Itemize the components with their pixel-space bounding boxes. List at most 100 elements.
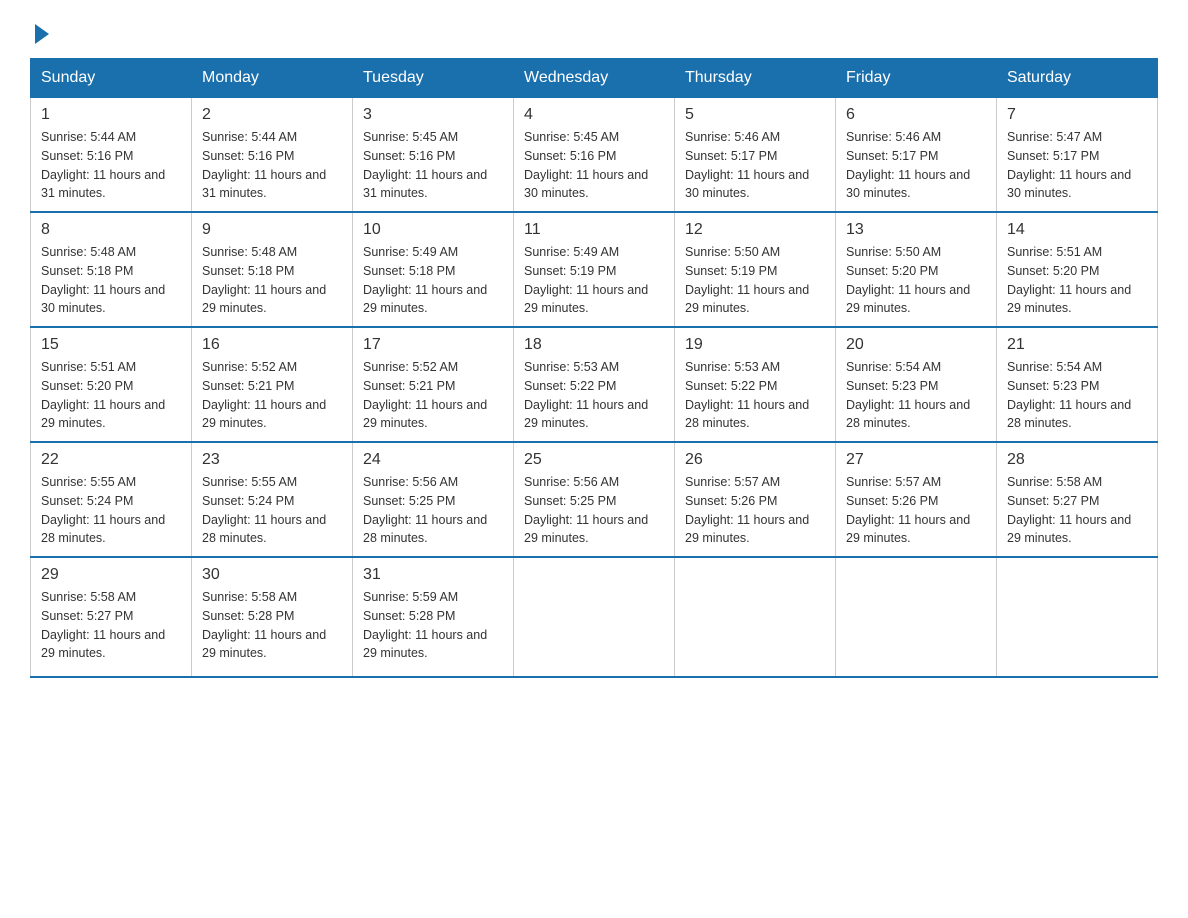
sunset-label: Sunset: 5:25 PM xyxy=(524,494,616,508)
day-number: 1 xyxy=(41,106,181,124)
daylight-label: Daylight: 11 hours and 29 minutes. xyxy=(363,628,487,661)
sunset-label: Sunset: 5:24 PM xyxy=(202,494,294,508)
sunrise-label: Sunrise: 5:51 AM xyxy=(41,360,136,374)
daylight-label: Daylight: 11 hours and 31 minutes. xyxy=(41,168,165,201)
weekday-header-saturday: Saturday xyxy=(997,59,1158,98)
sunrise-label: Sunrise: 5:49 AM xyxy=(524,245,619,259)
day-number: 12 xyxy=(685,221,825,239)
day-info: Sunrise: 5:58 AM Sunset: 5:27 PM Dayligh… xyxy=(1007,473,1147,548)
daylight-label: Daylight: 11 hours and 29 minutes. xyxy=(524,283,648,316)
daylight-label: Daylight: 11 hours and 30 minutes. xyxy=(1007,168,1131,201)
day-info: Sunrise: 5:53 AM Sunset: 5:22 PM Dayligh… xyxy=(524,358,664,433)
daylight-label: Daylight: 11 hours and 29 minutes. xyxy=(202,628,326,661)
calendar-table: SundayMondayTuesdayWednesdayThursdayFrid… xyxy=(30,58,1158,678)
day-number: 8 xyxy=(41,221,181,239)
daylight-label: Daylight: 11 hours and 29 minutes. xyxy=(524,513,648,546)
day-info: Sunrise: 5:50 AM Sunset: 5:20 PM Dayligh… xyxy=(846,243,986,318)
sunset-label: Sunset: 5:25 PM xyxy=(363,494,455,508)
day-number: 7 xyxy=(1007,106,1147,124)
calendar-day-cell: 13 Sunrise: 5:50 AM Sunset: 5:20 PM Dayl… xyxy=(836,212,997,327)
sunrise-label: Sunrise: 5:46 AM xyxy=(685,130,780,144)
calendar-day-cell: 30 Sunrise: 5:58 AM Sunset: 5:28 PM Dayl… xyxy=(192,557,353,677)
calendar-day-cell xyxy=(675,557,836,677)
sunset-label: Sunset: 5:20 PM xyxy=(1007,264,1099,278)
day-info: Sunrise: 5:58 AM Sunset: 5:27 PM Dayligh… xyxy=(41,588,181,663)
calendar-day-cell: 29 Sunrise: 5:58 AM Sunset: 5:27 PM Dayl… xyxy=(31,557,192,677)
calendar-day-cell: 3 Sunrise: 5:45 AM Sunset: 5:16 PM Dayli… xyxy=(353,98,514,213)
sunset-label: Sunset: 5:23 PM xyxy=(846,379,938,393)
logo-general-text xyxy=(30,20,49,44)
day-info: Sunrise: 5:51 AM Sunset: 5:20 PM Dayligh… xyxy=(1007,243,1147,318)
calendar-day-cell: 14 Sunrise: 5:51 AM Sunset: 5:20 PM Dayl… xyxy=(997,212,1158,327)
calendar-day-cell: 10 Sunrise: 5:49 AM Sunset: 5:18 PM Dayl… xyxy=(353,212,514,327)
day-info: Sunrise: 5:59 AM Sunset: 5:28 PM Dayligh… xyxy=(363,588,503,663)
day-number: 11 xyxy=(524,221,664,239)
day-number: 22 xyxy=(41,451,181,469)
calendar-day-cell: 20 Sunrise: 5:54 AM Sunset: 5:23 PM Dayl… xyxy=(836,327,997,442)
sunrise-label: Sunrise: 5:57 AM xyxy=(846,475,941,489)
sunset-label: Sunset: 5:22 PM xyxy=(685,379,777,393)
sunset-label: Sunset: 5:20 PM xyxy=(41,379,133,393)
day-info: Sunrise: 5:51 AM Sunset: 5:20 PM Dayligh… xyxy=(41,358,181,433)
sunrise-label: Sunrise: 5:51 AM xyxy=(1007,245,1102,259)
day-info: Sunrise: 5:45 AM Sunset: 5:16 PM Dayligh… xyxy=(363,128,503,203)
daylight-label: Daylight: 11 hours and 30 minutes. xyxy=(846,168,970,201)
sunset-label: Sunset: 5:26 PM xyxy=(846,494,938,508)
sunset-label: Sunset: 5:28 PM xyxy=(202,609,294,623)
calendar-day-cell: 12 Sunrise: 5:50 AM Sunset: 5:19 PM Dayl… xyxy=(675,212,836,327)
day-number: 10 xyxy=(363,221,503,239)
day-number: 27 xyxy=(846,451,986,469)
day-number: 16 xyxy=(202,336,342,354)
sunset-label: Sunset: 5:23 PM xyxy=(1007,379,1099,393)
daylight-label: Daylight: 11 hours and 29 minutes. xyxy=(363,283,487,316)
calendar-week-row: 15 Sunrise: 5:51 AM Sunset: 5:20 PM Dayl… xyxy=(31,327,1158,442)
calendar-day-cell: 25 Sunrise: 5:56 AM Sunset: 5:25 PM Dayl… xyxy=(514,442,675,557)
calendar-week-row: 1 Sunrise: 5:44 AM Sunset: 5:16 PM Dayli… xyxy=(31,98,1158,213)
day-info: Sunrise: 5:48 AM Sunset: 5:18 PM Dayligh… xyxy=(202,243,342,318)
weekday-header-thursday: Thursday xyxy=(675,59,836,98)
sunset-label: Sunset: 5:21 PM xyxy=(202,379,294,393)
day-number: 17 xyxy=(363,336,503,354)
sunrise-label: Sunrise: 5:48 AM xyxy=(41,245,136,259)
daylight-label: Daylight: 11 hours and 28 minutes. xyxy=(846,398,970,431)
calendar-week-row: 29 Sunrise: 5:58 AM Sunset: 5:27 PM Dayl… xyxy=(31,557,1158,677)
day-number: 20 xyxy=(846,336,986,354)
calendar-week-row: 8 Sunrise: 5:48 AM Sunset: 5:18 PM Dayli… xyxy=(31,212,1158,327)
day-info: Sunrise: 5:44 AM Sunset: 5:16 PM Dayligh… xyxy=(41,128,181,203)
sunrise-label: Sunrise: 5:52 AM xyxy=(202,360,297,374)
calendar-day-cell xyxy=(997,557,1158,677)
calendar-day-cell: 15 Sunrise: 5:51 AM Sunset: 5:20 PM Dayl… xyxy=(31,327,192,442)
day-info: Sunrise: 5:48 AM Sunset: 5:18 PM Dayligh… xyxy=(41,243,181,318)
day-info: Sunrise: 5:56 AM Sunset: 5:25 PM Dayligh… xyxy=(524,473,664,548)
day-info: Sunrise: 5:45 AM Sunset: 5:16 PM Dayligh… xyxy=(524,128,664,203)
day-number: 9 xyxy=(202,221,342,239)
day-number: 5 xyxy=(685,106,825,124)
sunset-label: Sunset: 5:16 PM xyxy=(524,149,616,163)
day-number: 25 xyxy=(524,451,664,469)
daylight-label: Daylight: 11 hours and 30 minutes. xyxy=(41,283,165,316)
day-info: Sunrise: 5:52 AM Sunset: 5:21 PM Dayligh… xyxy=(202,358,342,433)
daylight-label: Daylight: 11 hours and 28 minutes. xyxy=(363,513,487,546)
sunset-label: Sunset: 5:27 PM xyxy=(41,609,133,623)
day-number: 19 xyxy=(685,336,825,354)
sunset-label: Sunset: 5:17 PM xyxy=(846,149,938,163)
day-number: 15 xyxy=(41,336,181,354)
sunset-label: Sunset: 5:27 PM xyxy=(1007,494,1099,508)
day-info: Sunrise: 5:57 AM Sunset: 5:26 PM Dayligh… xyxy=(685,473,825,548)
daylight-label: Daylight: 11 hours and 29 minutes. xyxy=(685,283,809,316)
sunrise-label: Sunrise: 5:56 AM xyxy=(524,475,619,489)
sunrise-label: Sunrise: 5:55 AM xyxy=(202,475,297,489)
daylight-label: Daylight: 11 hours and 29 minutes. xyxy=(1007,283,1131,316)
day-number: 30 xyxy=(202,566,342,584)
calendar-day-cell: 17 Sunrise: 5:52 AM Sunset: 5:21 PM Dayl… xyxy=(353,327,514,442)
calendar-day-cell: 19 Sunrise: 5:53 AM Sunset: 5:22 PM Dayl… xyxy=(675,327,836,442)
calendar-day-cell: 31 Sunrise: 5:59 AM Sunset: 5:28 PM Dayl… xyxy=(353,557,514,677)
sunset-label: Sunset: 5:17 PM xyxy=(1007,149,1099,163)
sunset-label: Sunset: 5:16 PM xyxy=(202,149,294,163)
calendar-day-cell: 27 Sunrise: 5:57 AM Sunset: 5:26 PM Dayl… xyxy=(836,442,997,557)
sunset-label: Sunset: 5:18 PM xyxy=(363,264,455,278)
sunrise-label: Sunrise: 5:58 AM xyxy=(202,590,297,604)
sunrise-label: Sunrise: 5:53 AM xyxy=(524,360,619,374)
day-info: Sunrise: 5:55 AM Sunset: 5:24 PM Dayligh… xyxy=(202,473,342,548)
day-number: 24 xyxy=(363,451,503,469)
